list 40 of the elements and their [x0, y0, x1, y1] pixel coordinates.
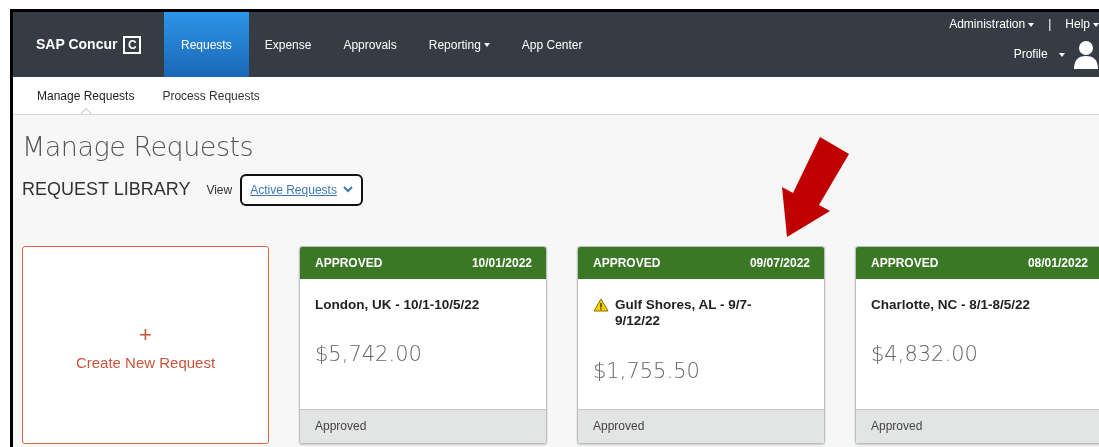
create-request-card[interactable]: + Create New Request [22, 245, 269, 444]
request-card[interactable]: APPROVED 08/01/2022 Charlotte, NC - 8/1-8/5/22 $4,832.00 Approved [855, 245, 1099, 444]
nav-tab[interactable]: Approvals [327, 12, 413, 77]
date-label: 10/01/2022 [471, 254, 532, 272]
view-label: View [206, 181, 233, 199]
card-footer-status: Approved [856, 408, 1099, 443]
utility-link[interactable]: Administration [949, 15, 1035, 33]
amount: $5,742.00 [315, 341, 423, 369]
trip-title: Charlotte, NC - 8/1-8/5/22 [871, 296, 1031, 314]
avatar-icon[interactable] [1073, 39, 1099, 69]
request-card[interactable]: APPROVED 10/01/2022 London, UK - 10/1-10/5/22 $5,742.00 Approved [299, 245, 547, 444]
status-label: APPROVED [315, 254, 383, 272]
section-heading: REQUEST LIBRARY [22, 178, 191, 201]
separator: | [1048, 16, 1052, 33]
card-footer-status: Approved [578, 408, 824, 443]
view-dropdown[interactable]: Active Requests [240, 173, 363, 206]
trip-title: Gulf Shores, AL - 9/7-9/12/22 [615, 296, 753, 331]
utility-link[interactable]: Help [1065, 15, 1099, 33]
chevron-down-icon [342, 186, 353, 193]
nav-tab[interactable]: Expense [248, 12, 328, 77]
brand-logo-text: SAP Concur [36, 35, 118, 54]
logo-mark: C [123, 35, 142, 54]
status-label: APPROVED [871, 254, 939, 272]
create-label: Create New Request [75, 353, 216, 374]
profile-menu[interactable]: Profile [1013, 45, 1065, 63]
amount: $1,755.50 [593, 358, 701, 386]
nav-tab[interactable]: Reporting [412, 12, 506, 77]
date-label: 09/07/2022 [749, 254, 810, 272]
request-card[interactable]: APPROVED 09/07/2022 Gulf Shores, AL - 9/7-9/12/22 $1,755.50 Approved [577, 245, 825, 444]
amount: $4,832.00 [871, 341, 979, 369]
trip-title: London, UK - 10/1-10/5/22 [315, 296, 480, 314]
status-label: APPROVED [593, 254, 661, 272]
date-label: 08/01/2022 [1027, 254, 1088, 272]
plus-icon: + [139, 324, 152, 347]
nav-tab[interactable]: App Center [505, 12, 599, 77]
nav-tab[interactable]: Requests [164, 12, 249, 77]
card-footer-status: Approved [300, 408, 546, 443]
page-title: Manage Requests [22, 130, 255, 164]
subnav-tab[interactable]: Manage Requests [37, 86, 135, 105]
subnav-tab[interactable]: Process Requests [162, 86, 260, 105]
